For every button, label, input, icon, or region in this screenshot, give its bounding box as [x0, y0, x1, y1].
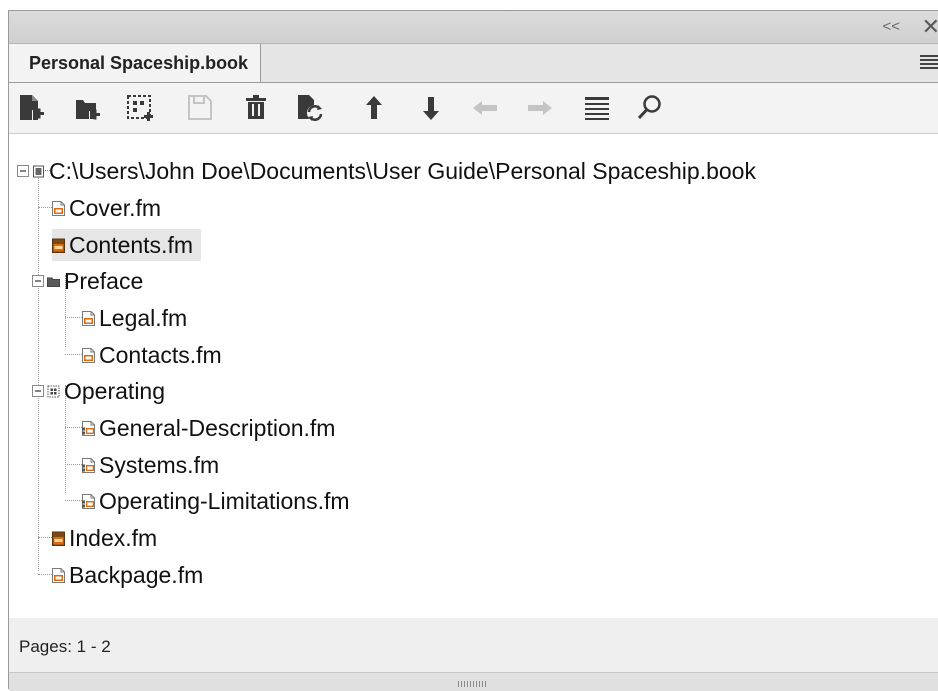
- tree-item-systems[interactable]: Systems.fm: [82, 449, 219, 481]
- tree-item-label: Systems.fm: [99, 451, 220, 478]
- arrow-right-icon: [528, 101, 552, 115]
- arrow-up-icon: [366, 96, 382, 119]
- fm-document-icon: [52, 201, 65, 216]
- group-icon: [47, 384, 60, 399]
- tree-item-contacts[interactable]: Contacts.fm: [82, 339, 222, 371]
- collapse-toggle-icon[interactable]: [32, 275, 44, 287]
- tree-item-cover[interactable]: Cover.fm: [52, 192, 161, 224]
- move-left-button[interactable]: [470, 91, 500, 125]
- fm-document-icon: [82, 311, 95, 326]
- resize-bar: [9, 672, 938, 691]
- tree-item-label: Operating: [64, 377, 166, 404]
- add-folder-button[interactable]: [73, 91, 103, 125]
- tree-item-preface[interactable]: Preface: [32, 265, 143, 297]
- add-group-button[interactable]: [125, 91, 155, 125]
- book-toolbar: [9, 83, 938, 133]
- tree-item-legal[interactable]: Legal.fm: [82, 302, 187, 334]
- add-group-icon: [127, 95, 153, 121]
- tree-item-label: Contacts.fm: [99, 341, 222, 368]
- tree-item-operating-limitations[interactable]: Operating-Limitations.fm: [82, 485, 350, 517]
- add-folder-icon: [76, 100, 100, 121]
- tree-item-label: General-Description.fm: [99, 414, 336, 441]
- fm-grouped-document-icon: [82, 494, 95, 509]
- fm-document-icon: [82, 348, 95, 363]
- collapse-toggle-icon[interactable]: [32, 385, 44, 397]
- fm-document-icon: [52, 568, 65, 583]
- move-down-button[interactable]: [416, 91, 446, 125]
- panel-titlebar: << ✕: [9, 11, 938, 44]
- save-button[interactable]: [185, 91, 215, 125]
- tree-item-operating[interactable]: Operating: [32, 375, 165, 407]
- page-range-status: Pages: 1 - 2: [19, 637, 111, 656]
- tree-item-index[interactable]: Index.fm: [52, 522, 157, 554]
- tree-item-label: Cover.fm: [69, 194, 162, 221]
- tree-item-label: Operating-Limitations.fm: [99, 487, 350, 514]
- collapse-toggle-icon[interactable]: [17, 165, 29, 177]
- close-panel-button[interactable]: ✕: [922, 14, 938, 40]
- tree-item-label: Contents.fm: [69, 231, 193, 258]
- move-right-button[interactable]: [525, 91, 555, 125]
- fm-generated-document-icon: [52, 238, 65, 253]
- fm-grouped-document-icon: [82, 421, 95, 436]
- add-file-icon: [20, 95, 44, 120]
- book-tree: C:\Users\John Doe\Documents\User Guide\P…: [9, 133, 938, 619]
- list-icon: [585, 97, 609, 120]
- trash-icon: [246, 95, 266, 119]
- arrow-left-icon: [473, 101, 497, 115]
- arrow-down-icon: [423, 97, 439, 120]
- list-view-button[interactable]: [582, 91, 612, 125]
- book-icon: [32, 164, 45, 179]
- move-up-button[interactable]: [359, 91, 389, 125]
- tree-item-label: Index.fm: [69, 524, 158, 551]
- tree-root-label: C:\Users\John Doe\Documents\User Guide\P…: [49, 157, 756, 184]
- delete-button[interactable]: [242, 91, 272, 125]
- update-book-button[interactable]: [295, 91, 325, 125]
- fm-generated-document-icon: [52, 531, 65, 546]
- tree-item-label: Backpage.fm: [69, 561, 204, 588]
- save-icon: [188, 95, 212, 120]
- tab-bar: Personal Spaceship.book: [9, 44, 938, 83]
- tree-item-general-description[interactable]: General-Description.fm: [82, 412, 335, 444]
- fm-grouped-document-icon: [82, 458, 95, 473]
- tree-item-contents[interactable]: Contents.fm: [52, 229, 201, 261]
- tree-item-backpage[interactable]: Backpage.fm: [52, 559, 203, 591]
- panel-menu-icon[interactable]: [920, 55, 938, 71]
- search-button[interactable]: [635, 91, 665, 125]
- folder-icon: [47, 274, 60, 289]
- tree-root-book[interactable]: C:\Users\John Doe\Documents\User Guide\P…: [17, 155, 756, 187]
- resize-grip-handle[interactable]: [458, 681, 486, 687]
- add-file-button[interactable]: [17, 91, 47, 125]
- status-bar: Pages: 1 - 2: [9, 618, 938, 672]
- book-panel: << ✕ Personal Spaceship.book C:\Users\Jo…: [8, 10, 938, 691]
- tree-item-label: Legal.fm: [99, 304, 188, 331]
- search-icon: [637, 95, 661, 120]
- update-book-icon: [298, 95, 323, 121]
- collapse-panel-button[interactable]: <<: [882, 18, 900, 35]
- tree-item-label: Preface: [64, 267, 144, 294]
- tab-personal-spaceship-book[interactable]: Personal Spaceship.book: [9, 44, 262, 82]
